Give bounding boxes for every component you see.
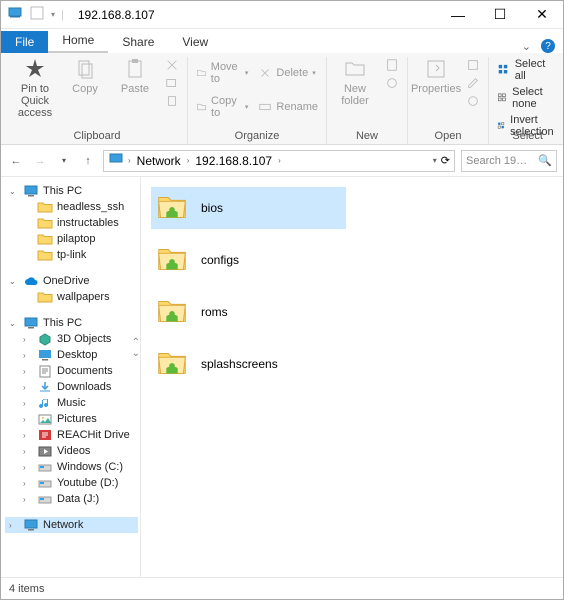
folder-item[interactable]: bios bbox=[151, 187, 346, 229]
ribbon-group-clipboard: Pin to Quick access Copy Paste Clipboard bbox=[7, 57, 188, 144]
delete-button[interactable]: Delete▾ bbox=[256, 65, 320, 81]
minimize-button[interactable]: — bbox=[437, 1, 479, 29]
new-folder-button[interactable]: New folder bbox=[333, 57, 377, 107]
ribbon-group-select: Select all Select none Invert selection … bbox=[489, 57, 564, 144]
ribbon-collapse-icon[interactable]: ⌄ bbox=[522, 40, 531, 53]
open-button[interactable] bbox=[464, 57, 482, 73]
move-to-button[interactable]: Move to▾ bbox=[194, 60, 250, 86]
folder-item[interactable]: splashscreens bbox=[151, 343, 346, 385]
tree-thispc-item[interactable]: ›Windows (C:) bbox=[5, 459, 138, 475]
search-placeholder: Search 19… bbox=[466, 155, 534, 167]
ribbon-tabs: File Home Share View ⌄ ? bbox=[1, 29, 563, 53]
select-none-button[interactable]: Select none bbox=[495, 85, 560, 111]
new-item-button[interactable] bbox=[383, 57, 401, 73]
tree-thispc[interactable]: ⌄This PC bbox=[5, 315, 138, 331]
breadcrumb-network[interactable]: Network bbox=[135, 154, 183, 168]
pin-to-quick-access-button[interactable]: Pin to Quick access bbox=[13, 57, 57, 119]
title-bar: ▾ | 192.168.8.107 — ☐ ✕ bbox=[1, 1, 563, 29]
help-icon[interactable]: ? bbox=[541, 39, 555, 53]
copy-path-button[interactable] bbox=[163, 75, 181, 91]
content-pane[interactable]: bios configs roms splashscreens bbox=[141, 177, 563, 577]
tree-thispc-item[interactable]: ›Data (J:) bbox=[5, 491, 138, 507]
maximize-button[interactable]: ☐ bbox=[479, 1, 521, 29]
tab-file[interactable]: File bbox=[1, 31, 48, 53]
tree-quick-item[interactable]: pilaptop bbox=[5, 231, 138, 247]
search-icon: 🔍 bbox=[538, 154, 552, 167]
tree-thispc-item[interactable]: ›Desktop bbox=[5, 347, 138, 363]
tree-network[interactable]: ›Network bbox=[5, 517, 138, 533]
breadcrumb-host[interactable]: 192.168.8.107 bbox=[193, 154, 274, 168]
network-root-icon bbox=[108, 152, 124, 169]
network-share-folder-icon bbox=[153, 240, 191, 281]
ribbon-group-new: New folder New bbox=[327, 57, 408, 144]
network-share-folder-icon bbox=[153, 292, 191, 333]
status-item-count: 4 items bbox=[9, 583, 44, 595]
ribbon-group-open: Properties Open bbox=[408, 57, 489, 144]
folder-name: configs bbox=[201, 253, 239, 267]
folder-name: splashscreens bbox=[201, 357, 278, 371]
select-all-button[interactable]: Select all bbox=[495, 57, 560, 83]
qat-separator: | bbox=[61, 9, 64, 21]
qat-dropdown-icon[interactable]: ▾ bbox=[51, 10, 55, 19]
edit-button[interactable] bbox=[464, 75, 482, 91]
folder-name: bios bbox=[201, 201, 223, 215]
paste-button[interactable]: Paste bbox=[113, 57, 157, 95]
chevron-right-icon[interactable]: › bbox=[128, 156, 131, 165]
tree-quick-item[interactable]: headless_ssh bbox=[5, 199, 138, 215]
ribbon: Pin to Quick access Copy Paste Clipboard… bbox=[1, 53, 563, 145]
navigation-bar: ← → ▾ ↑ › Network › 192.168.8.107 › ▾ ⟳ … bbox=[1, 145, 563, 177]
explorer-icon bbox=[7, 5, 23, 24]
tree-thispc-item[interactable]: ›3D Objects bbox=[5, 331, 138, 347]
back-button[interactable]: ← bbox=[7, 152, 25, 170]
copy-to-button[interactable]: Copy to▾ bbox=[194, 94, 250, 120]
address-bar[interactable]: › Network › 192.168.8.107 › ▾ ⟳ bbox=[103, 150, 455, 172]
paste-shortcut-button[interactable] bbox=[163, 93, 181, 109]
status-bar: 4 items bbox=[1, 577, 563, 599]
chevron-right-icon[interactable]: › bbox=[278, 156, 281, 165]
network-share-folder-icon bbox=[153, 344, 191, 385]
folder-item[interactable]: configs bbox=[151, 239, 346, 281]
window-title: 192.168.8.107 bbox=[70, 8, 437, 22]
ribbon-group-organize: Move to▾ Copy to▾ Delete▾ Rename Organiz… bbox=[188, 57, 327, 144]
refresh-button[interactable]: ⟳ bbox=[441, 154, 450, 167]
tree-thispc-top[interactable]: ⌄This PC bbox=[5, 183, 138, 199]
tree-thispc-item[interactable]: ›Documents bbox=[5, 363, 138, 379]
up-button[interactable]: ↑ bbox=[79, 152, 97, 170]
tab-view[interactable]: View bbox=[168, 31, 222, 53]
tree-thispc-item[interactable]: ›REACHit Drive bbox=[5, 427, 138, 443]
close-button[interactable]: ✕ bbox=[521, 1, 563, 29]
tab-home[interactable]: Home bbox=[48, 29, 108, 53]
navigation-pane[interactable]: ⌄This PCheadless_sshinstructablespilapto… bbox=[1, 177, 141, 577]
folder-name: roms bbox=[201, 305, 228, 319]
tree-quick-item[interactable]: instructables bbox=[5, 215, 138, 231]
tree-quick-item[interactable]: tp-link bbox=[5, 247, 138, 263]
properties-button[interactable]: Properties bbox=[414, 57, 458, 95]
tree-onedrive[interactable]: ⌄OneDrive bbox=[5, 273, 138, 289]
quick-access-icon[interactable] bbox=[29, 5, 45, 24]
history-button[interactable] bbox=[464, 93, 482, 109]
tab-share[interactable]: Share bbox=[108, 31, 168, 53]
cut-button[interactable] bbox=[163, 57, 181, 73]
tree-thispc-item[interactable]: ›Pictures bbox=[5, 411, 138, 427]
search-input[interactable]: Search 19… 🔍 bbox=[461, 150, 557, 172]
recent-dropdown[interactable]: ▾ bbox=[55, 152, 73, 170]
tree-thispc-item[interactable]: ›Videos bbox=[5, 443, 138, 459]
network-share-folder-icon bbox=[153, 188, 191, 229]
chevron-right-icon[interactable]: › bbox=[187, 156, 190, 165]
easy-access-button[interactable] bbox=[383, 75, 401, 91]
tree-onedrive-item[interactable]: wallpapers bbox=[5, 289, 138, 305]
rename-button[interactable]: Rename bbox=[256, 99, 320, 115]
forward-button[interactable]: → bbox=[31, 152, 49, 170]
tree-scroll-indicator[interactable]: ⌃⌄ bbox=[132, 337, 140, 359]
main-area: ⌄This PCheadless_sshinstructablespilapto… bbox=[1, 177, 563, 577]
folder-item[interactable]: roms bbox=[151, 291, 346, 333]
copy-button[interactable]: Copy bbox=[63, 57, 107, 95]
tree-thispc-item[interactable]: ›Downloads bbox=[5, 379, 138, 395]
tree-thispc-item[interactable]: ›Youtube (D:) bbox=[5, 475, 138, 491]
tree-thispc-item[interactable]: ›Music bbox=[5, 395, 138, 411]
address-dropdown-icon[interactable]: ▾ bbox=[433, 156, 437, 165]
